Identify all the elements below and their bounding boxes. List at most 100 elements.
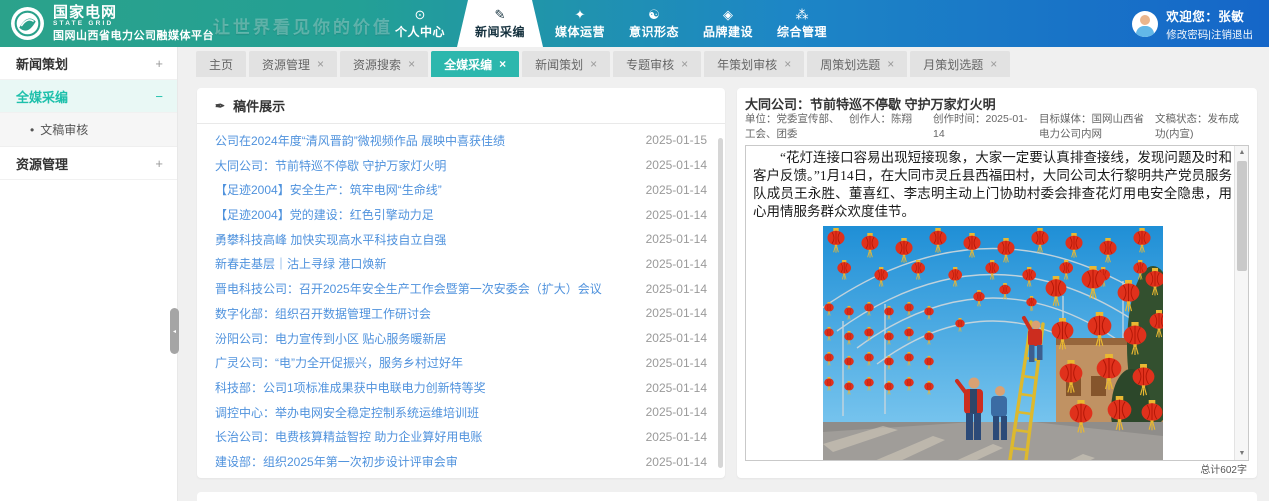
sidebar-item-resource-mgmt[interactable]: 资源管理 + bbox=[0, 147, 177, 180]
scroll-up-icon[interactable]: ▲ bbox=[1235, 146, 1249, 159]
scroll-down-icon[interactable]: ▼ bbox=[1235, 447, 1249, 460]
article-row[interactable]: 公司在2024年度“清风晋韵”微视频作品 展映中喜获佳绩2025-01-15 bbox=[197, 128, 715, 153]
article-row[interactable]: 大同公司：节前特巡不停歇 守护万家灯火明2025-01-14 bbox=[197, 153, 715, 178]
article-date: 2025-01-14 bbox=[646, 430, 707, 444]
article-date: 2025-01-14 bbox=[646, 208, 707, 222]
article-row[interactable]: 晋电科技公司：召开2025年安全生产工作会暨第一次安委会（扩大）会议 2025-0… bbox=[197, 276, 715, 301]
tab-label: 年策划审核 bbox=[717, 56, 777, 73]
tab-resource-search[interactable]: 资源搜索 × bbox=[340, 51, 428, 77]
tab-media-editing[interactable]: 全媒采编 × bbox=[431, 51, 519, 77]
tab-label: 资源管理 bbox=[262, 56, 310, 73]
nav-item-ideology[interactable]: ☯意识形态 bbox=[617, 0, 691, 47]
news-edit-icon: ✎ bbox=[495, 8, 506, 21]
article-link[interactable]: 科技部：公司1项标准成果获中电联电力创新特等奖 bbox=[215, 379, 486, 396]
article-body-box: “花灯连接口容易出现短接现象，大家一定要认真排查接线，发现问题及时和客户反馈。”… bbox=[745, 145, 1249, 461]
nav-item-user-center[interactable]: ⊙ 个人中心 bbox=[383, 0, 457, 47]
sidebar-subitem-label: 文稿审核 bbox=[40, 121, 88, 138]
scrollbar-thumb[interactable] bbox=[1237, 161, 1247, 271]
user-icon: ⊙ bbox=[415, 8, 426, 21]
nav-item-brand-building[interactable]: ◈品牌建设 bbox=[691, 0, 765, 47]
collapse-icon[interactable]: − bbox=[155, 89, 163, 104]
article-row[interactable]: 长治公司：电费核算精益智控 助力企业算好用电账 2025-01-14 bbox=[197, 425, 715, 450]
tab-label: 全媒采编 bbox=[444, 56, 492, 73]
article-link[interactable]: 新春走基层｜沽上寻绿 港口焕新 bbox=[215, 255, 386, 272]
header-nav: ⊙ 个人中心 ✎ 新闻采编 ✦媒体运营☯意识形态◈品牌建设⁂综合管理 bbox=[383, 0, 839, 47]
meta-time: 创作时间：2025-01-14 bbox=[933, 112, 1035, 142]
article-list: 公司在2024年度“清风晋韵”微视频作品 展映中喜获佳绩2025-01-15大同… bbox=[197, 128, 715, 474]
close-icon[interactable]: × bbox=[784, 58, 791, 70]
nav-item-label: 新闻采编 bbox=[475, 23, 525, 40]
list-scrollbar[interactable] bbox=[718, 138, 723, 468]
tab-resource-mgmt[interactable]: 资源管理 × bbox=[249, 51, 337, 77]
article-link[interactable]: 长治公司：电费核算精益智控 助力企业算好用电账 bbox=[215, 428, 482, 445]
sidebar-item-media-editing[interactable]: 全媒采编 − bbox=[0, 80, 177, 113]
logout-link[interactable]: 注销退出 bbox=[1211, 29, 1253, 41]
welcome-text: 欢迎您：张敏 bbox=[1166, 6, 1253, 25]
article-link[interactable]: 晋电科技公司：召开2025年安全生产工作会暨第一次安委会（扩大）会议 bbox=[215, 280, 602, 297]
article-row[interactable]: 数字化部：组织召开数据管理工作研讨会2025-01-14 bbox=[197, 301, 715, 326]
expand-icon[interactable]: + bbox=[155, 156, 163, 171]
change-password-link[interactable]: 修改密码 bbox=[1166, 29, 1208, 41]
article-title: 大同公司：节前特巡不停歇 守护万家灯火明 bbox=[745, 94, 1249, 113]
article-row[interactable]: 调控中心：举办电网安全稳定控制系统运维培训班2025-01-14 bbox=[197, 400, 715, 425]
close-icon[interactable]: × bbox=[681, 58, 688, 70]
article-link[interactable]: 建设部：组织2025年第一次初步设计评审会审 bbox=[215, 453, 458, 470]
close-icon[interactable]: × bbox=[990, 58, 997, 70]
sidebar-collapse-handle[interactable]: ◂ bbox=[170, 308, 179, 354]
tab-monthly-plan-topics[interactable]: 月策划选题 × bbox=[910, 51, 1010, 77]
tab-weekly-plan-topics[interactable]: 周策划选题 × bbox=[807, 51, 907, 77]
tab-label: 专题审核 bbox=[626, 56, 674, 73]
nav-item-news-editing[interactable]: ✎ 新闻采编 bbox=[457, 0, 543, 47]
tab-news-planning[interactable]: 新闻策划× bbox=[522, 51, 610, 77]
user-avatar[interactable] bbox=[1132, 11, 1158, 37]
article-row[interactable]: 科技部：公司1项标准成果获中电联电力创新特等奖2025-01-14 bbox=[197, 375, 715, 400]
user-block: 欢迎您：张敏 修改密码|注销退出 bbox=[1132, 6, 1253, 42]
article-date: 2025-01-14 bbox=[646, 183, 707, 197]
article-link[interactable]: 广灵公司：“电”力全开促振兴，服务乡村过好年 bbox=[215, 354, 463, 371]
article-date: 2025-01-14 bbox=[646, 356, 707, 370]
nav-item-general-admin[interactable]: ⁂综合管理 bbox=[765, 0, 839, 47]
close-icon[interactable]: × bbox=[408, 58, 415, 70]
article-link[interactable]: 大同公司：节前特巡不停歇 守护万家灯火明 bbox=[215, 157, 446, 174]
article-date: 2025-01-14 bbox=[646, 282, 707, 296]
tab-label: 月策划选题 bbox=[923, 56, 983, 73]
tab-label: 资源搜索 bbox=[353, 56, 401, 73]
expand-icon[interactable]: + bbox=[155, 56, 163, 71]
close-icon[interactable]: × bbox=[590, 58, 597, 70]
sidebar-item-draft-review[interactable]: • 文稿审核 bbox=[0, 113, 177, 147]
article-link[interactable]: 【足迹2004】党的建设：红色引擎动力足 bbox=[215, 206, 434, 223]
tab-topic-review[interactable]: 专题审核 × bbox=[613, 51, 701, 77]
tab-label: 周策划选题 bbox=[820, 56, 880, 73]
article-link[interactable]: 调控中心：举办电网安全稳定控制系统运维培训班 bbox=[215, 404, 479, 421]
article-body-text: “花灯连接口容易出现短接现象，大家一定要认真排查接线，发现问题及时和客户反馈。”… bbox=[753, 149, 1232, 221]
nav-item-label: 个人中心 bbox=[395, 23, 445, 40]
sidebar-item-news-planning[interactable]: 新闻策划 + bbox=[0, 47, 177, 80]
article-link[interactable]: 公司在2024年度“清风晋韵”微视频作品 展映中喜获佳绩 bbox=[215, 132, 505, 149]
article-link[interactable]: 勇攀科技高峰 加快实现高水平科技自立自强 bbox=[215, 231, 446, 248]
sidebar: 新闻策划 + 全媒采编 − • 文稿审核 资源管理 + bbox=[0, 47, 178, 501]
article-row[interactable]: 建设部：组织2025年第一次初步设计评审会审 2025-01-14 bbox=[197, 449, 715, 474]
close-icon[interactable]: × bbox=[317, 58, 324, 70]
tab-home[interactable]: 主页 bbox=[196, 51, 246, 77]
nav-item-media-operation[interactable]: ✦媒体运营 bbox=[543, 0, 617, 47]
body-scrollbar[interactable]: ▲ ▼ bbox=[1234, 146, 1248, 460]
article-row[interactable]: 汾阳公司：电力宣传到小区 贴心服务暖新居2025-01-14 bbox=[197, 326, 715, 351]
close-icon[interactable]: × bbox=[887, 58, 894, 70]
tab-label: 主页 bbox=[209, 56, 233, 73]
article-date: 2025-01-14 bbox=[646, 455, 707, 469]
close-icon[interactable]: × bbox=[499, 58, 506, 70]
article-link[interactable]: 数字化部：组织召开数据管理工作研讨会 bbox=[215, 305, 431, 322]
article-row[interactable]: 【足迹2004】党的建设：红色引擎动力足 2025-01-14 bbox=[197, 202, 715, 227]
nav-item-label: 品牌建设 bbox=[703, 23, 753, 40]
tab-annual-plan-review[interactable]: 年策划审核 × bbox=[704, 51, 804, 77]
article-link[interactable]: 汾阳公司：电力宣传到小区 贴心服务暖新居 bbox=[215, 330, 446, 347]
article-row[interactable]: 广灵公司：“电”力全开促振兴，服务乡村过好年 2025-01-14 bbox=[197, 350, 715, 375]
article-row[interactable]: 【足迹2004】安全生产：筑牢电网“生命线” 2025-01-14 bbox=[197, 177, 715, 202]
collapse-arrow-icon: ◂ bbox=[173, 328, 176, 335]
meta-status: 文稿状态：发布成功(内宣) bbox=[1155, 112, 1247, 142]
panel-title: 稿件展示 bbox=[233, 96, 285, 115]
article-row[interactable]: 勇攀科技高峰 加快实现高水平科技自立自强2025-01-14 bbox=[197, 227, 715, 252]
article-link[interactable]: 【足迹2004】安全生产：筑牢电网“生命线” bbox=[215, 181, 442, 198]
article-row[interactable]: 新春走基层｜沽上寻绿 港口焕新2025-01-14 bbox=[197, 252, 715, 277]
article-detail-panel: 大同公司：节前特巡不停歇 守护万家灯火明 单位：党委宣传部、工会、团委 创作人：… bbox=[737, 88, 1257, 478]
